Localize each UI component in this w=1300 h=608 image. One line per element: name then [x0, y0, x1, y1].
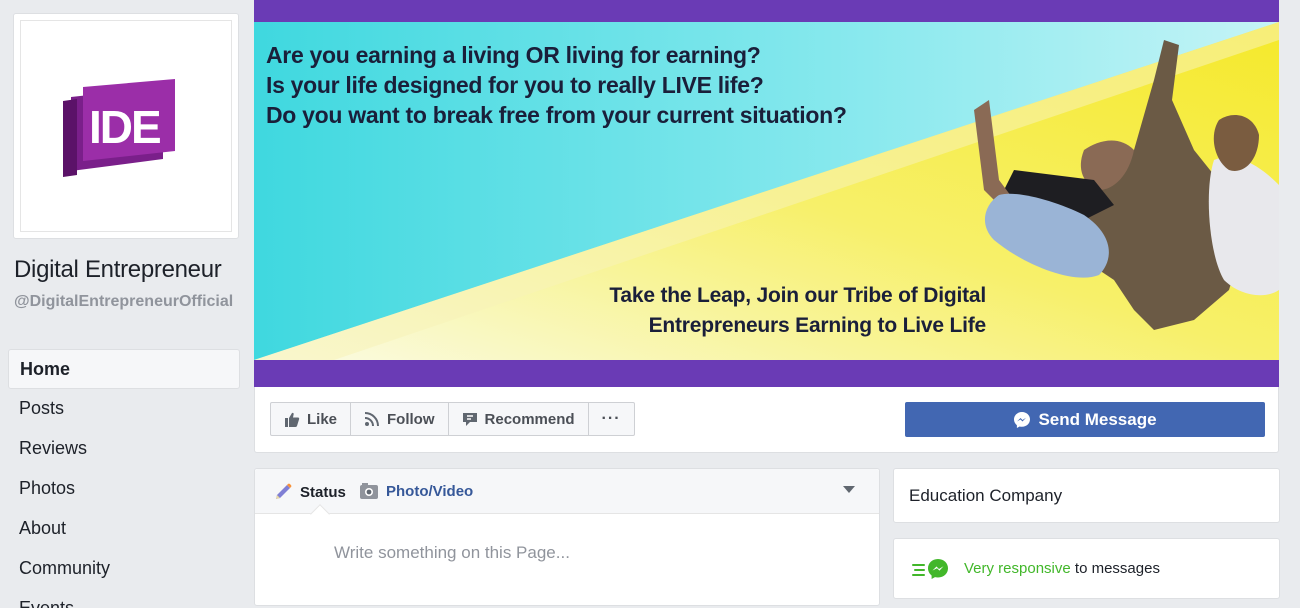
- cover-cta: Take the Leap, Join our Tribe of Digital…: [609, 281, 986, 341]
- tab-photo-video-label: Photo/Video: [386, 482, 474, 500]
- page-nav: Home Posts Reviews Photos About Communit…: [8, 349, 240, 608]
- chevron-down-icon[interactable]: [843, 486, 855, 493]
- ide-logo: IDE: [63, 79, 175, 177]
- recommend-label: Recommend: [484, 410, 575, 428]
- like-button[interactable]: Like: [270, 402, 352, 436]
- nav-item-photos[interactable]: Photos: [8, 469, 240, 509]
- cover-questions: Are you earning a living OR living for e…: [266, 40, 847, 130]
- nav-item-about[interactable]: About: [8, 509, 240, 549]
- nav-item-reviews[interactable]: Reviews: [8, 429, 240, 469]
- responsiveness-rest: to messages: [1070, 560, 1160, 577]
- cover-question-3: Do you want to break free from your curr…: [266, 102, 847, 128]
- page-action-buttons: Like Follow Recommend ···: [270, 402, 635, 436]
- send-message-button[interactable]: Send Message: [905, 402, 1265, 437]
- pencil-icon: [276, 483, 292, 499]
- profile-picture[interactable]: IDE: [13, 13, 239, 239]
- cover-cta-line-2: Entrepreneurs Earning to Live Life: [648, 314, 987, 337]
- messenger-fast-icon: [912, 559, 948, 579]
- composer-input[interactable]: Write something on this Page...: [334, 543, 570, 563]
- page-name[interactable]: Digital Entrepreneur: [14, 256, 222, 284]
- recommend-button[interactable]: Recommend: [447, 402, 589, 436]
- responsiveness-text: Very responsive to messages: [964, 560, 1160, 577]
- nav-item-events[interactable]: Events: [8, 589, 240, 608]
- tab-status[interactable]: Status: [273, 482, 346, 502]
- nav-item-posts[interactable]: Posts: [8, 389, 240, 429]
- logo-text: IDE: [89, 101, 160, 153]
- camera-icon: [360, 483, 378, 499]
- profile-picture-frame: IDE: [20, 20, 232, 232]
- composer-tabs: Status Photo/Video: [255, 469, 879, 524]
- cover-question-1: Are you earning a living OR living for e…: [266, 42, 761, 68]
- tab-photo-video[interactable]: Photo/Video: [359, 482, 473, 500]
- page-action-bar: Like Follow Recommend ··· Send Message: [254, 387, 1279, 453]
- nav-item-home[interactable]: Home: [8, 349, 240, 389]
- category-card: Education Company: [893, 468, 1280, 523]
- follow-label: Follow: [387, 410, 435, 428]
- thumbs-up-icon: [285, 412, 300, 427]
- like-label: Like: [307, 410, 338, 428]
- cover-cta-line-1: Take the Leap, Join our Tribe of Digital: [609, 284, 986, 307]
- rss-feed-icon: [364, 412, 380, 427]
- nav-item-community[interactable]: Community: [8, 549, 240, 589]
- cover-photo[interactable]: Are you earning a living OR living for e…: [254, 0, 1279, 387]
- responsiveness-highlight: Very responsive: [964, 560, 1071, 577]
- send-message-label: Send Message: [1038, 409, 1157, 429]
- active-tab-indicator: [310, 504, 330, 524]
- page-handle[interactable]: @DigitalEntrepreneurOfficial: [14, 292, 238, 312]
- tab-status-label: Status: [300, 483, 346, 501]
- more-options-label: ···: [601, 410, 621, 427]
- follow-button[interactable]: Follow: [350, 402, 449, 436]
- responsiveness-card: Very responsive to messages: [893, 538, 1280, 599]
- speech-bubble-icon: [462, 412, 477, 426]
- page-category[interactable]: Education Company: [909, 486, 1062, 506]
- more-options-button[interactable]: ···: [587, 402, 635, 436]
- post-composer: Status Photo/Video Write something on th…: [254, 468, 880, 606]
- messenger-icon: [1014, 411, 1031, 428]
- cover-question-2: Is your life designed for you to really …: [266, 72, 764, 98]
